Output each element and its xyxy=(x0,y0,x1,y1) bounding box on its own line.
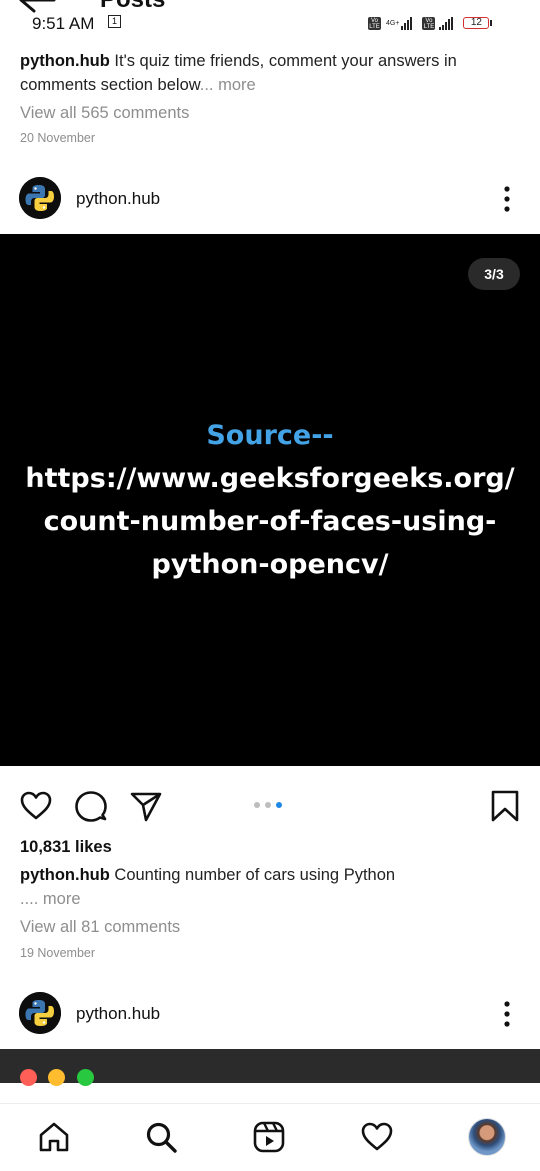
signal-icon-2 xyxy=(439,16,454,30)
view-comments-link[interactable]: View all 81 comments xyxy=(20,918,180,937)
image-text: Source-- https://www.geeksforgeeks.org/ … xyxy=(0,414,540,586)
image-line-4: python-opencv/ xyxy=(151,549,389,580)
heart-icon[interactable] xyxy=(360,1120,394,1154)
post-date: 20 November xyxy=(20,131,96,145)
more-link[interactable]: ... more xyxy=(200,76,256,94)
like-heart-icon[interactable] xyxy=(19,789,53,823)
image-line-2: https://www.geeksforgeeks.org/ xyxy=(25,463,515,494)
battery-tip xyxy=(490,20,493,26)
page-title: Posts xyxy=(100,0,165,14)
green-dot xyxy=(77,1069,94,1086)
post-username[interactable]: python.hub xyxy=(76,189,160,209)
bottom-nav xyxy=(0,1103,540,1171)
post-image[interactable]: 3/3 Source-- https://www.geeksforgeeks.o… xyxy=(0,234,540,766)
profile-avatar[interactable] xyxy=(468,1118,506,1156)
calendar-icon: 1 xyxy=(108,15,121,28)
more-link[interactable]: .... more xyxy=(20,890,81,908)
carousel-indicator xyxy=(254,802,282,808)
caption-username[interactable]: python.hub xyxy=(20,52,110,70)
bookmark-icon[interactable] xyxy=(488,789,522,823)
battery-icon: 12 xyxy=(463,17,490,29)
status-bar: Posts 9:51 AM 1 Vo LTE 4G+ Vo LTE 12 xyxy=(0,0,540,44)
status-indicators: Vo LTE 4G+ Vo LTE 12 xyxy=(368,13,493,33)
view-comments-link[interactable]: View all 565 comments xyxy=(20,104,189,123)
next-post-image[interactable] xyxy=(0,1049,540,1086)
status-time: 9:51 AM xyxy=(32,14,95,33)
caption-text: Counting number of cars using Python xyxy=(109,866,396,884)
post-username[interactable]: python.hub xyxy=(76,1004,160,1024)
comment-icon[interactable] xyxy=(74,789,108,823)
caption-username[interactable]: python.hub xyxy=(20,866,110,884)
python-logo-icon xyxy=(19,992,61,1034)
reels-icon[interactable] xyxy=(252,1120,286,1154)
carousel-dot xyxy=(254,802,260,808)
post-date: 19 November xyxy=(20,946,96,960)
post-caption: python.hub Counting number of cars using… xyxy=(20,863,520,911)
signal-icon xyxy=(401,16,413,30)
share-icon[interactable] xyxy=(129,789,163,823)
search-icon[interactable] xyxy=(144,1120,178,1154)
home-icon[interactable] xyxy=(37,1120,71,1154)
network-type: 4G+ xyxy=(386,19,400,27)
likes-count[interactable]: 10,831 likes xyxy=(20,838,112,857)
avatar[interactable] xyxy=(19,992,61,1034)
image-line-1: Source-- xyxy=(206,420,334,451)
volte-icon: Vo LTE xyxy=(368,16,381,30)
carousel-dot xyxy=(265,802,271,808)
prev-post-caption: python.hub It's quiz time friends, comme… xyxy=(20,49,520,97)
image-line-3: count-number-of-faces-using- xyxy=(43,506,497,537)
volte-icon-2: Vo LTE xyxy=(422,16,436,30)
carousel-dot xyxy=(276,802,282,808)
red-dot xyxy=(20,1069,37,1086)
carousel-counter: 3/3 xyxy=(468,258,520,290)
python-logo-icon xyxy=(19,177,61,219)
avatar[interactable] xyxy=(19,177,61,219)
more-options-icon[interactable] xyxy=(499,185,515,213)
yellow-dot xyxy=(48,1069,65,1086)
more-options-icon[interactable] xyxy=(499,1000,515,1028)
